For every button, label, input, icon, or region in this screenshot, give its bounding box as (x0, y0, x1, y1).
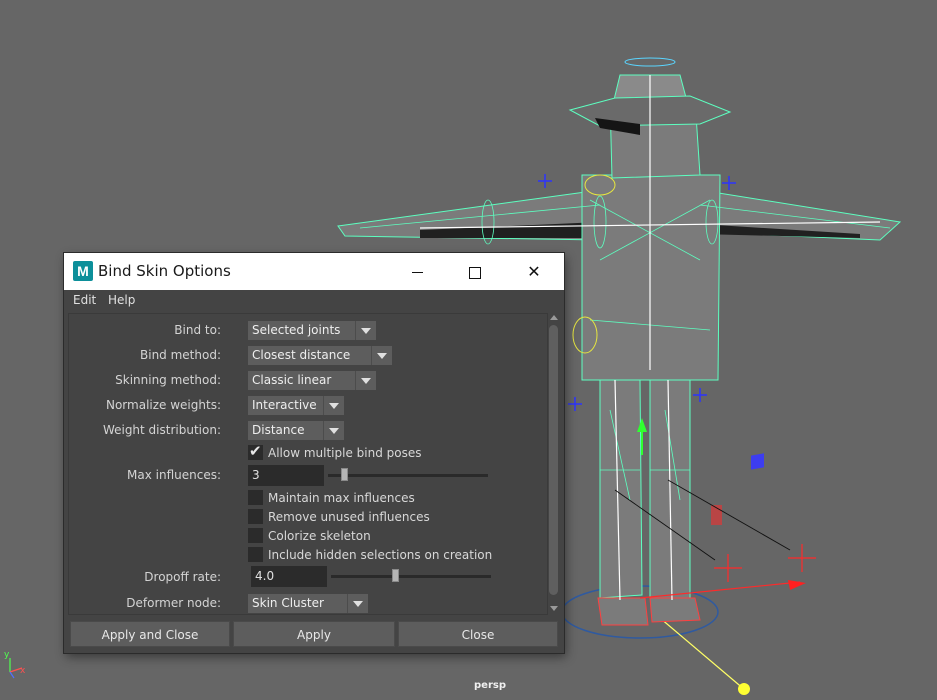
bind-to-value: Selected joints (252, 323, 341, 337)
close-window-button[interactable]: ✕ (505, 253, 563, 290)
colorize-skeleton-checkbox[interactable] (248, 528, 263, 543)
apply-button[interactable]: Apply (233, 621, 395, 647)
chevron-down-icon (355, 321, 376, 340)
scrollbar-thumb[interactable] (549, 325, 558, 595)
chevron-down-icon (323, 421, 344, 440)
include-hidden-selections-checkbox[interactable] (248, 547, 263, 562)
skinning-method-value: Classic linear (252, 373, 332, 387)
include-hidden-selections-label: Include hidden selections on creation (268, 548, 493, 562)
axis-y-label: y (4, 650, 10, 660)
normalize-weights-dropdown[interactable]: Interactive (248, 396, 344, 415)
scroll-down-icon[interactable] (550, 606, 558, 611)
window-title: Bind Skin Options (98, 262, 231, 280)
weight-distribution-value: Distance (252, 423, 305, 437)
weight-distribution-label: Weight distribution: (102, 423, 221, 437)
maya-app-icon: M (73, 261, 93, 281)
axis-x-label: x (20, 666, 26, 676)
chevron-down-icon (371, 346, 392, 365)
max-influences-label: Max influences: (127, 468, 221, 482)
menu-help[interactable]: Help (108, 293, 135, 307)
bind-method-dropdown[interactable]: Closest distance (248, 346, 392, 365)
skinning-method-dropdown[interactable]: Classic linear (248, 371, 376, 390)
light-handle-icon (738, 683, 750, 695)
minimize-button[interactable] (388, 253, 446, 290)
max-influences-slider-handle[interactable] (341, 468, 348, 481)
maintain-max-influences-label: Maintain max influences (268, 491, 415, 505)
chevron-down-icon (355, 371, 376, 390)
menu-bar: Edit Help (64, 290, 564, 311)
camera-label: persp (474, 680, 506, 691)
options-scrollbar[interactable] (548, 315, 560, 611)
maximize-button[interactable] (446, 253, 504, 290)
close-button[interactable]: Close (398, 621, 558, 647)
normalize-weights-label: Normalize weights: (105, 398, 221, 412)
max-influences-slider[interactable] (328, 474, 488, 477)
deformer-node-value: Skin Cluster (252, 596, 324, 610)
dropoff-rate-field[interactable]: 4.0 (251, 566, 327, 587)
chevron-down-icon (347, 594, 368, 613)
allow-multiple-bind-poses-label: Allow multiple bind poses (268, 446, 422, 460)
menu-edit[interactable]: Edit (73, 293, 96, 307)
close-icon: ✕ (527, 262, 541, 281)
allow-multiple-bind-poses-checkbox[interactable] (248, 442, 263, 460)
minimize-icon (411, 272, 423, 273)
options-panel: Bind to: Selected joints Bind method: Cl… (68, 313, 548, 615)
dropoff-rate-slider-handle[interactable] (392, 569, 399, 582)
remove-unused-influences-label: Remove unused influences (268, 510, 430, 524)
bind-method-label: Bind method: (140, 348, 221, 362)
deformer-node-label: Deformer node: (126, 596, 221, 610)
bind-to-label: Bind to: (174, 323, 221, 337)
bind-to-dropdown[interactable]: Selected joints (248, 321, 376, 340)
bind-method-value: Closest distance (252, 348, 351, 362)
bind-skin-options-dialog: M Bind Skin Options ✕ Edit Help Bind to:… (64, 253, 564, 653)
title-bar[interactable]: M Bind Skin Options ✕ (64, 253, 564, 290)
max-influences-value: 3 (252, 468, 260, 482)
apply-and-close-button[interactable]: Apply and Close (70, 621, 230, 647)
maintain-max-influences-checkbox[interactable] (248, 490, 263, 505)
deformer-node-dropdown[interactable]: Skin Cluster (248, 594, 368, 613)
dropoff-rate-value: 4.0 (255, 569, 275, 583)
normalize-weights-value: Interactive (252, 398, 317, 412)
scroll-up-icon[interactable] (550, 315, 558, 320)
skinning-method-label: Skinning method: (115, 373, 221, 387)
max-influences-field[interactable]: 3 (248, 465, 324, 486)
dropoff-rate-label: Dropoff rate: (144, 570, 221, 584)
dropoff-rate-slider[interactable] (331, 575, 491, 578)
remove-unused-influences-checkbox[interactable] (248, 509, 263, 524)
colorize-skeleton-label: Colorize skeleton (268, 529, 371, 543)
weight-distribution-dropdown[interactable]: Distance (248, 421, 344, 440)
chevron-down-icon (323, 396, 344, 415)
maximize-icon (469, 266, 481, 279)
